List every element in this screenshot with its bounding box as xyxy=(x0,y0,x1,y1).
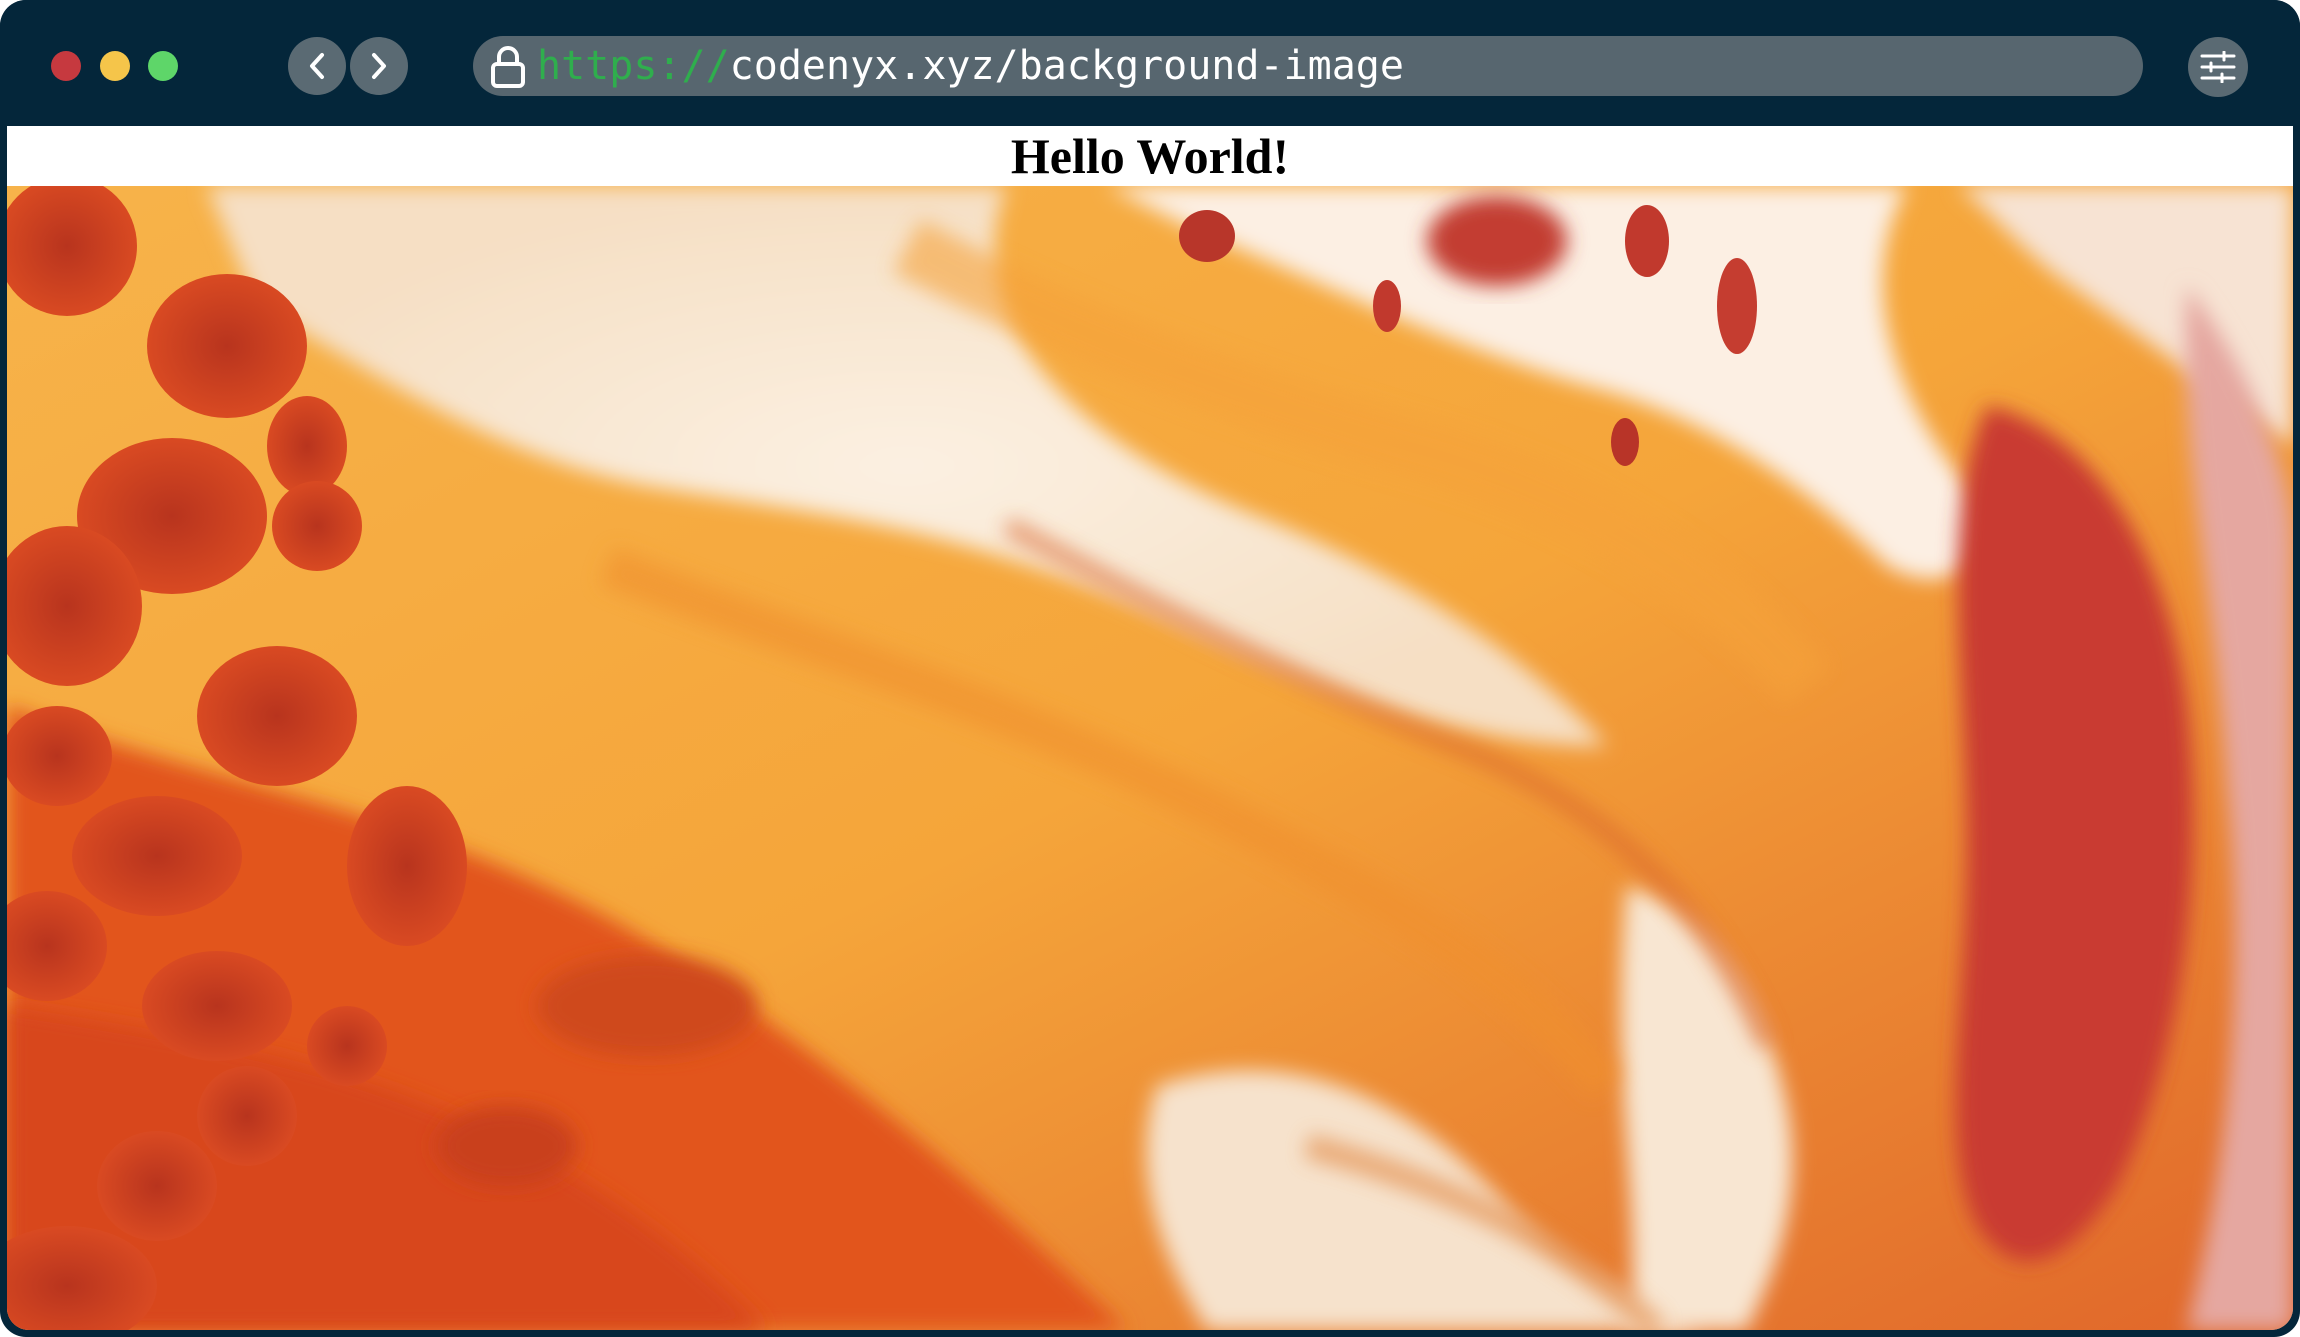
background-image xyxy=(7,186,2293,1330)
url-path: codenyx.xyz/background-image xyxy=(729,43,1404,89)
forward-button[interactable] xyxy=(350,37,408,95)
maximize-window-button[interactable] xyxy=(148,51,178,81)
page-heading: Hello World! xyxy=(1010,128,1290,184)
url-text[interactable]: https://codenyx.xyz/background-image xyxy=(537,36,1404,96)
sliders-icon xyxy=(2200,51,2236,83)
chevron-right-icon xyxy=(372,53,386,79)
address-bar[interactable]: https://codenyx.xyz/background-image xyxy=(473,36,2143,96)
url-scheme: https:// xyxy=(537,43,730,89)
browser-window: https://codenyx.xyz/background-image Hel… xyxy=(0,0,2300,1337)
close-window-button[interactable] xyxy=(51,51,81,81)
browser-toolbar: https://codenyx.xyz/background-image xyxy=(0,0,2300,126)
lock-icon xyxy=(491,46,525,88)
back-button[interactable] xyxy=(288,37,346,95)
menu-button[interactable] xyxy=(2188,37,2248,97)
minimize-window-button[interactable] xyxy=(100,51,130,81)
chevron-left-icon xyxy=(310,53,324,79)
page-viewport: Hello World! xyxy=(7,126,2293,1330)
